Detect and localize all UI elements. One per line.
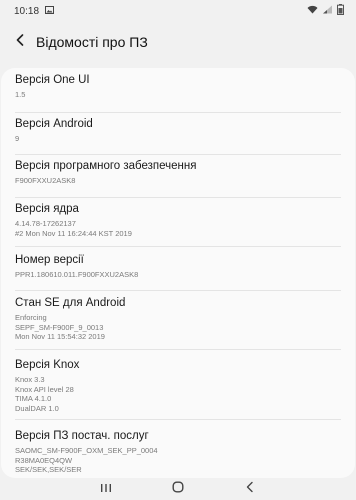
divider [15, 349, 341, 350]
back-arrow-icon [15, 33, 25, 51]
software-info-list: Версія One UI 1.5 Версія Android 9 Версі… [1, 68, 355, 478]
item-value: Enforcing [15, 313, 47, 322]
status-time: 10:18 [14, 5, 40, 17]
item-title: Номер версії [15, 254, 84, 266]
item-title: Версія One UI [15, 74, 90, 86]
wifi-icon [307, 5, 318, 17]
item-value: PPR1.180610.011.F900FXXU2ASK8 [15, 270, 139, 279]
service-provider-sw-version-item[interactable]: Версія ПЗ постач. послуг SAOMC_SM-F900F_… [1, 429, 355, 475]
item-title: Версія програмного забезпечення [15, 160, 197, 172]
home-icon [172, 480, 184, 498]
battery-icon [337, 4, 344, 18]
app-bar: Відомості про ПЗ [0, 22, 356, 62]
build-number-item[interactable]: Номер версії PPR1.180610.011.F900FXXU2AS… [1, 253, 355, 280]
kernel-version-item[interactable]: Версія ядра 4.14.78-17262137 #2 Mon Nov … [1, 202, 355, 238]
signal-icon [322, 5, 333, 17]
item-title: Версія ПЗ постач. послуг [15, 430, 149, 442]
item-value: SAOMC_SM-F900F_OXM_SEK_PP_0004 [15, 446, 158, 455]
status-right [307, 4, 344, 18]
item-value: 4.14.78-17262137 [15, 219, 76, 228]
item-value: SEK/SEK,SEK/SER [15, 465, 82, 474]
divider [15, 197, 341, 198]
recent-apps-icon [100, 480, 112, 498]
knox-version-item[interactable]: Версія Knox Knox 3.3 Knox API level 28 T… [1, 358, 355, 413]
item-value: #2 Mon Nov 11 16:24:44 KST 2019 [15, 228, 132, 238]
se-android-status-item[interactable]: Стан SE для Android Enforcing SEPF_SM-F9… [1, 296, 355, 342]
item-value: SEPF_SM-F900F_9_0013 [15, 322, 104, 332]
divider [15, 419, 341, 420]
divider [15, 154, 341, 155]
item-title: Стан SE для Android [15, 297, 126, 309]
item-value: R38MA0EQ4QW [15, 455, 73, 465]
one-ui-version-item[interactable]: Версія One UI 1.5 [1, 73, 355, 100]
item-value: DualDAR 1.0 [15, 403, 59, 413]
status-left: 10:18 [14, 5, 55, 17]
item-value: 1.5 [15, 90, 26, 99]
back-button[interactable] [6, 28, 34, 56]
item-title: Версія Android [15, 118, 93, 130]
page-title: Відомості про ПЗ [36, 34, 148, 50]
item-value: 9 [15, 134, 20, 143]
item-title: Версія Knox [15, 359, 80, 371]
item-value: Mon Nov 11 15:54:32 2019 [15, 332, 105, 341]
back-nav-icon [245, 480, 255, 498]
software-version-item[interactable]: Версія програмного забезпечення F900FXXU… [1, 159, 355, 186]
navigation-bar [0, 478, 356, 500]
android-version-item[interactable]: Версія Android 9 [1, 117, 355, 144]
item-value: Knox 3.3 [15, 375, 45, 384]
item-value: Knox API level 28 [15, 384, 74, 394]
home-button[interactable] [168, 481, 188, 497]
image-notification-icon [45, 5, 55, 17]
divider [15, 112, 341, 113]
back-nav-button[interactable] [240, 481, 260, 497]
divider [15, 290, 341, 291]
item-title: Версія ядра [15, 203, 79, 215]
divider [15, 246, 341, 247]
recent-apps-button[interactable] [96, 481, 116, 497]
item-value: F900FXXU2ASK8 [15, 176, 76, 185]
item-value: TIMA 4.1.0 [15, 394, 52, 403]
status-bar: 10:18 [0, 0, 356, 22]
